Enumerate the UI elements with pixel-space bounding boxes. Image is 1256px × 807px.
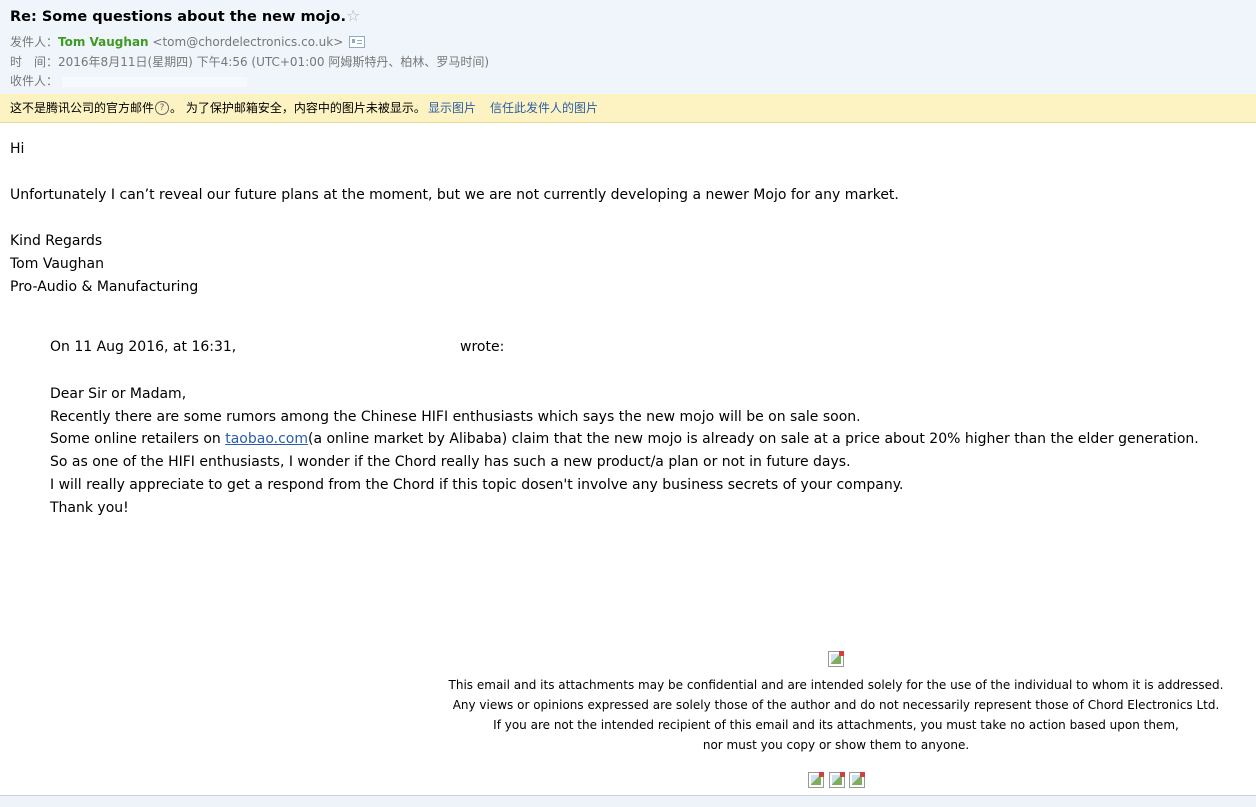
sender-email[interactable]: <tom@chordelectronics.co.uk> — [152, 35, 343, 49]
message-text: Unfortunately I can’t reveal our future … — [10, 187, 899, 203]
image-warning-bar: 这不是腾讯公司的官方邮件?。 为了保护邮箱安全，内容中的图片未被显示。 显示图片… — [0, 94, 1256, 123]
time-value: 2016年8月11日(星期四) 下午4:56 (UTC+01:00 阿姆斯特丹、… — [58, 55, 490, 69]
quote-salutation: Dear Sir or Madam, — [50, 386, 187, 402]
time-label: 时 间： — [10, 55, 59, 69]
taobao-link[interactable]: taobao.com — [225, 431, 308, 447]
greeting: Hi — [10, 141, 25, 157]
quote-line-2-after: (a online market by Alibaba) claim that … — [308, 431, 1199, 447]
quote-line-2-before: Some online retailers on — [50, 431, 226, 447]
warning-text-before: 这不是腾讯公司的官方邮件 — [10, 101, 155, 115]
sign-regards: Kind Regards — [10, 233, 103, 249]
trust-sender-link[interactable]: 信任此发件人的图片 — [490, 94, 598, 122]
disclaimer-line-2: Any views or opinions expressed are sole… — [452, 698, 1220, 712]
bottom-strip — [0, 796, 1256, 807]
help-icon[interactable]: ? — [155, 100, 170, 115]
from-label: 发件人： — [10, 35, 59, 49]
mail-subject: Re: Some questions about the new mojo.☆ — [10, 6, 360, 25]
disclaimer-line-1: This email and its attachments may be co… — [448, 678, 1224, 692]
to-row: 收件人： — [10, 72, 248, 89]
quote-wrote: wrote: — [460, 339, 505, 355]
quote-line-4: I will really appreciate to get a respon… — [50, 477, 904, 493]
quote-line-5: Thank you! — [50, 500, 129, 516]
time-row: 时 间：2016年8月11日(星期四) 下午4:56 (UTC+01:00 阿姆… — [10, 53, 489, 70]
quote-on-date: On 11 Aug 2016, at 16:31, — [50, 339, 237, 355]
disclaimer-line-3: If you are not the intended recipient of… — [493, 718, 1179, 732]
warning-text-after: 。 为了保护邮箱安全，内容中的图片未被显示。 — [170, 101, 426, 115]
footer-image-placeholder-2 — [829, 772, 845, 788]
recipient-redacted — [62, 76, 248, 87]
sign-department: Pro-Audio & Manufacturing — [10, 279, 199, 295]
warning-text: 这不是腾讯公司的官方邮件?。 为了保护邮箱安全，内容中的图片未被显示。 — [10, 94, 426, 122]
footer-image-placeholder-1 — [808, 772, 824, 788]
footer-image-placeholder-3 — [849, 772, 865, 788]
star-icon[interactable]: ☆ — [346, 6, 360, 25]
quote-line-2: Some online retailers on taobao.com(a on… — [50, 431, 1199, 447]
sender-name[interactable]: Tom Vaughan — [58, 35, 149, 49]
subject-text: Re: Some questions about the new mojo. — [10, 9, 346, 25]
to-label: 收件人： — [10, 74, 59, 88]
sign-name: Tom Vaughan — [10, 256, 104, 272]
quote-line-3: So as one of the HIFI enthusiasts, I won… — [50, 454, 851, 470]
from-row: 发件人：Tom Vaughan <tom@chordelectronics.co… — [10, 33, 366, 50]
contact-card-icon[interactable] — [349, 35, 366, 48]
mail-header: Re: Some questions about the new mojo.☆ … — [0, 0, 1256, 94]
quote-line-1: Recently there are some rumors among the… — [50, 409, 861, 425]
logo-image-placeholder — [828, 651, 844, 667]
show-images-link[interactable]: 显示图片 — [428, 94, 476, 122]
disclaimer-line-4: nor must you copy or show them to anyone… — [702, 738, 970, 752]
